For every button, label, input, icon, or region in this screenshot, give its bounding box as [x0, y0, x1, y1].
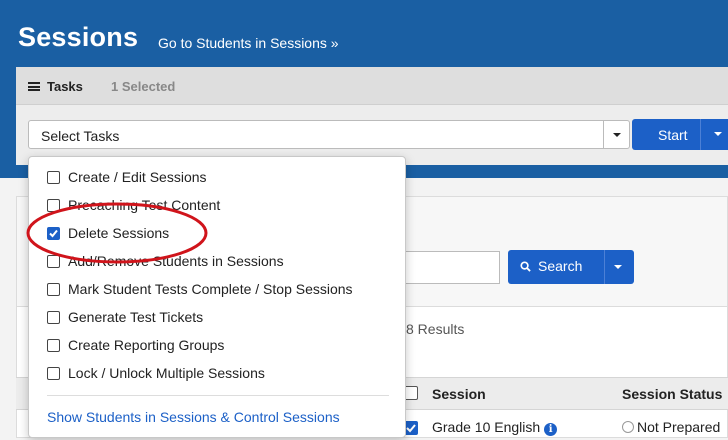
row-checkbox[interactable] [404, 421, 418, 435]
menu-item-label: Create / Edit Sessions [68, 169, 207, 185]
menu-item-label: Generate Test Tickets [68, 309, 204, 325]
page-title: Sessions [18, 22, 139, 52]
menu-item-lock-unlock-sessions[interactable]: Lock / Unlock Multiple Sessions [47, 362, 265, 384]
menu-item-label: Delete Sessions [68, 225, 170, 241]
checkbox-icon[interactable] [47, 254, 60, 268]
checkbox-icon[interactable] [47, 338, 60, 352]
info-icon[interactable]: i [544, 423, 558, 436]
menu-item-create-reporting-groups[interactable]: Create Reporting Groups [47, 334, 224, 356]
menu-item-label: Create Reporting Groups [68, 337, 225, 353]
menu-divider [47, 395, 389, 396]
column-header-session-status[interactable]: Session Status [622, 386, 722, 402]
tasks-label: Tasks [47, 79, 83, 94]
show-students-control-sessions-link[interactable]: Show Students in Sessions & Control Sess… [47, 409, 340, 425]
search-input[interactable] [390, 251, 500, 284]
menu-item-label: Add/Remove Students in Sessions [68, 253, 284, 269]
start-button-label: Start [658, 127, 688, 143]
search-button-label: Search [538, 258, 583, 274]
checkbox-icon[interactable] [47, 226, 60, 240]
check-icon [406, 424, 416, 433]
tasks-titlebar: Tasks 1 Selected [16, 67, 728, 105]
menu-item-mark-tests-complete[interactable]: Mark Student Tests Complete / Stop Sessi… [47, 278, 353, 300]
checkbox-icon[interactable] [47, 198, 60, 212]
menu-item-label: Precaching Test Content [68, 197, 221, 213]
session-status: Not Prepared [637, 419, 721, 435]
search-icon [520, 261, 531, 272]
tasks-selected-count: 1 Selected [111, 79, 176, 94]
search-button[interactable]: Search [508, 250, 634, 284]
menu-item-label: Lock / Unlock Multiple Sessions [68, 365, 265, 381]
menu-item-add-remove-students[interactable]: Add/Remove Students in Sessions [47, 250, 284, 272]
select-tasks-text: Select Tasks [41, 128, 120, 144]
table-row-session: Grade 10 English i [432, 419, 558, 436]
select-tasks-dropdown[interactable]: Select Tasks [28, 120, 630, 149]
menu-item-label: Mark Student Tests Complete / Stop Sessi… [68, 281, 353, 297]
sessions-header: Sessions Go to Students in Sessions » Ta… [0, 0, 728, 178]
menu-item-delete-sessions[interactable]: Delete Sessions [47, 222, 169, 244]
status-radio-icon [622, 421, 634, 433]
checkbox-icon[interactable] [47, 310, 60, 324]
menu-item-generate-test-tickets[interactable]: Generate Test Tickets [47, 306, 203, 328]
menu-item-create-edit-sessions[interactable]: Create / Edit Sessions [47, 166, 207, 188]
menu-item-precaching-test-content[interactable]: Precaching Test Content [47, 194, 220, 216]
checkbox-icon[interactable] [47, 366, 60, 380]
select-all-checkbox[interactable] [404, 386, 418, 400]
results-count: 8 Results [406, 321, 465, 337]
go-to-students-link[interactable]: Go to Students in Sessions » [158, 35, 339, 51]
column-header-session[interactable]: Session [432, 386, 486, 402]
checkbox-icon[interactable] [47, 170, 60, 184]
session-name[interactable]: Grade 10 English [432, 419, 540, 435]
select-tasks-toggle[interactable] [603, 121, 629, 148]
list-icon [28, 82, 40, 91]
start-button-divider [700, 119, 701, 150]
tasks-panel: Tasks 1 Selected Select Tasks Start [16, 67, 728, 165]
start-button[interactable]: Start [632, 119, 728, 150]
chevron-down-icon[interactable] [714, 132, 722, 136]
chevron-down-icon [613, 133, 621, 137]
chevron-down-icon[interactable] [614, 265, 622, 269]
tasks-dropdown-menu: Create / Edit Sessions Precaching Test C… [28, 156, 406, 438]
search-button-divider [604, 250, 605, 284]
checkbox-icon[interactable] [47, 282, 60, 296]
check-icon [49, 229, 58, 237]
